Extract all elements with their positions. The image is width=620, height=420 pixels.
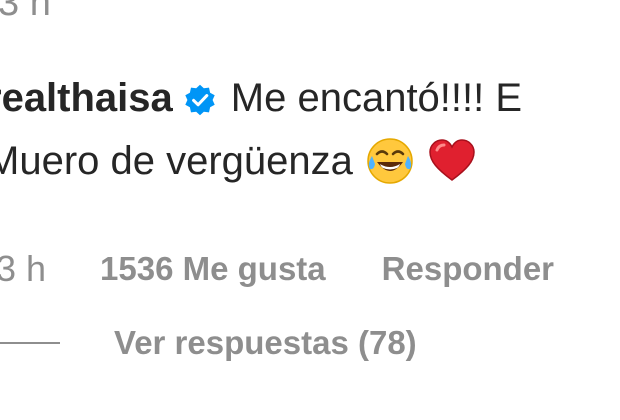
previous-comment-timestamp: 3 h — [0, 0, 51, 24]
reply-button[interactable]: Responder — [382, 250, 554, 288]
likes-count-button[interactable]: 1536 Me gusta — [100, 250, 326, 288]
view-replies-row[interactable]: Ver respuestas (78) — [0, 324, 417, 362]
comment-first-line: realthaisa Me encantó!!!! E — [0, 76, 522, 121]
comment-timestamp[interactable]: 3 h — [0, 248, 46, 290]
comment-meta-row: 3 h 1536 Me gusta Responder — [0, 248, 554, 290]
replies-divider-line — [0, 342, 60, 344]
face-with-tears-of-joy-icon — [365, 136, 415, 186]
comment-text-line1: Me encantó!!!! E — [230, 76, 523, 120]
red-heart-icon — [427, 136, 477, 186]
comment-username[interactable]: realthaisa — [0, 76, 173, 121]
view-replies-button[interactable]: Ver respuestas (78) — [114, 324, 417, 362]
verified-badge-icon — [183, 82, 217, 116]
comment-text-line2: Muero de vergüenza — [0, 138, 353, 183]
instagram-comment-view: 3 h realthaisa Me encantó!!!! E Muero de… — [0, 0, 620, 420]
comment-second-line: Muero de vergüenza — [0, 136, 477, 186]
